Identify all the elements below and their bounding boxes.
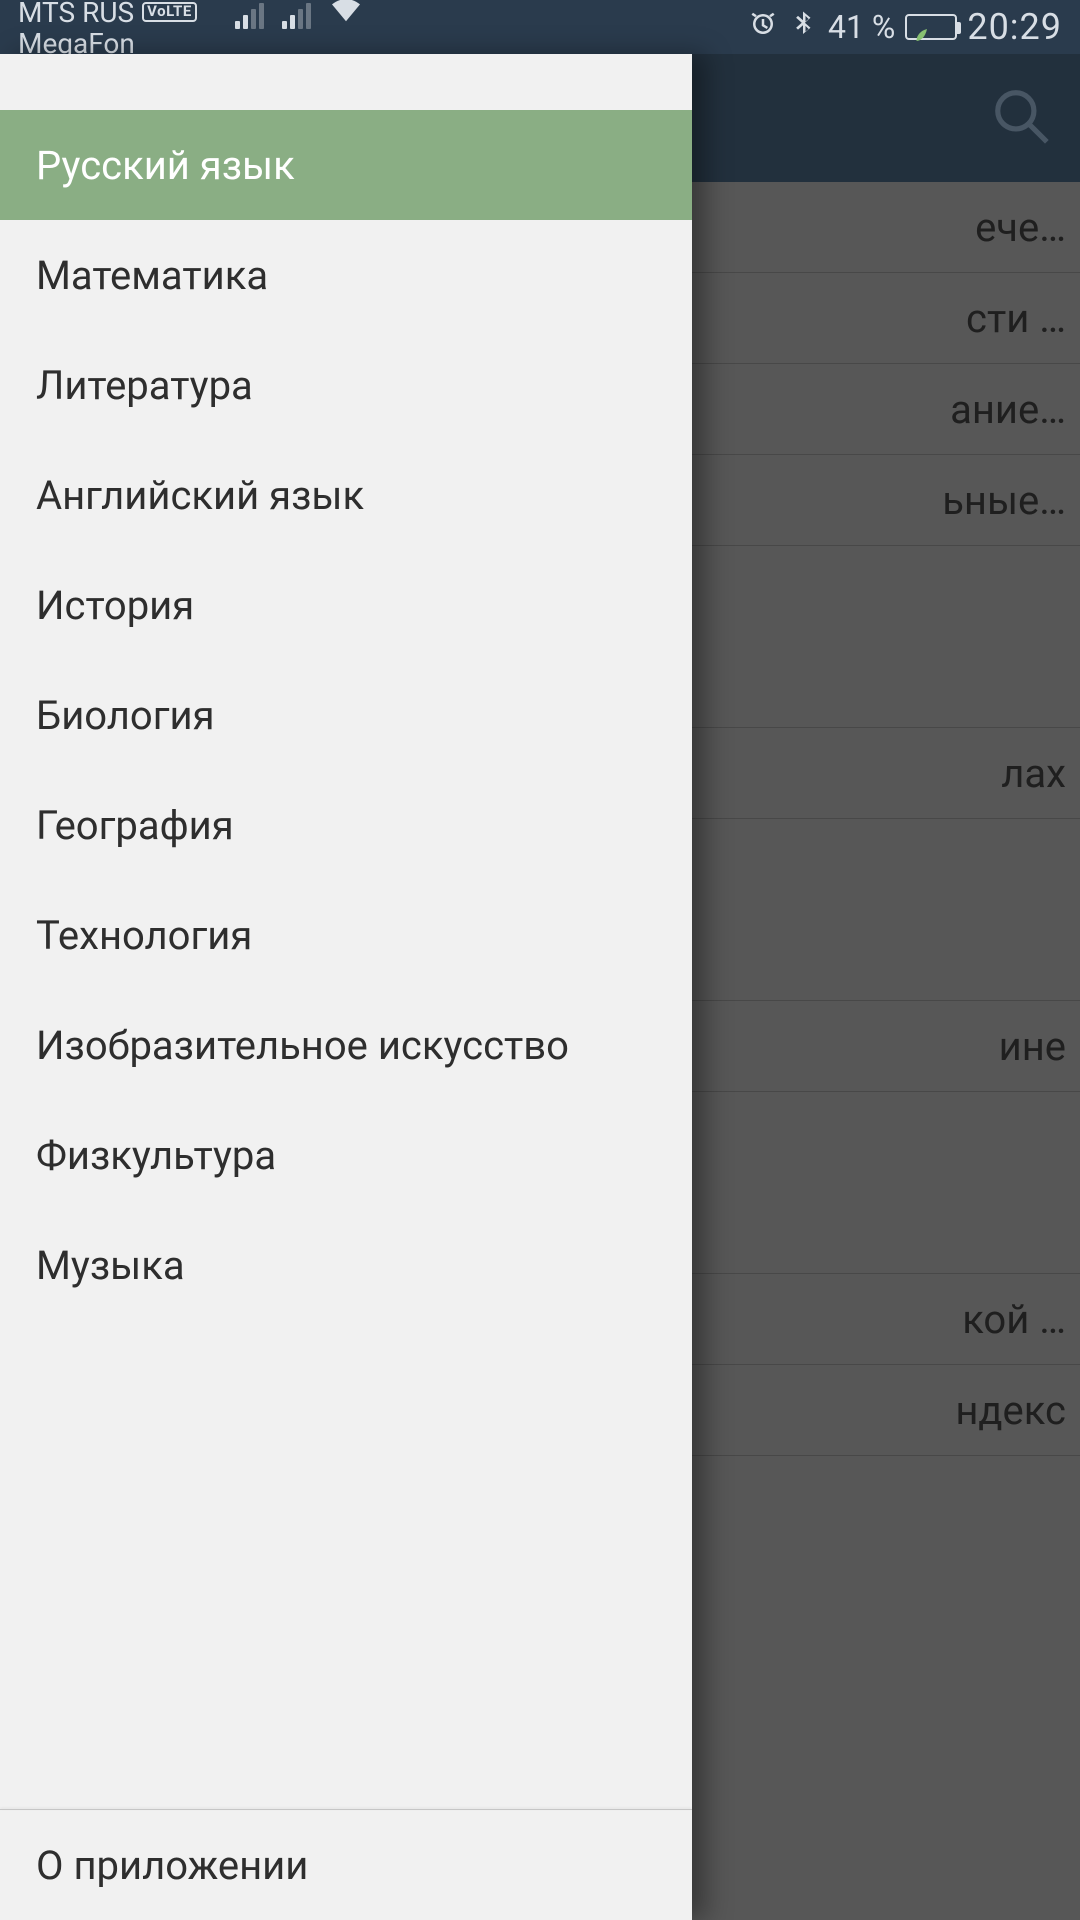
drawer-item-label: Биология (36, 692, 215, 739)
drawer-item-label: География (36, 802, 234, 849)
status-right: 41 % 20:29 (748, 6, 1062, 48)
drawer-item-label: Литература (36, 362, 253, 409)
alarm-icon (748, 9, 778, 46)
drawer-item-10[interactable]: Музыка (0, 1210, 692, 1320)
drawer-item-label: История (36, 582, 194, 629)
volte-badge: VoLTE (142, 2, 197, 22)
drawer-item-label: Музыка (36, 1242, 185, 1289)
drawer-item-7[interactable]: Технология (0, 880, 692, 990)
drawer-item-3[interactable]: Английский язык (0, 440, 692, 550)
battery-icon (905, 14, 957, 40)
drawer-item-label: Технология (36, 912, 252, 959)
battery-percent-text: 41 % (828, 8, 895, 46)
drawer-footer-label: О приложении (36, 1842, 308, 1889)
drawer-item-label: Русский язык (36, 142, 295, 189)
bluetooth-icon (788, 9, 818, 46)
signal-bars-1-icon (235, 3, 264, 29)
drawer-item-6[interactable]: География (0, 770, 692, 880)
drawer-item-1[interactable]: Математика (0, 220, 692, 330)
carrier-1: MTS RUS (18, 0, 134, 27)
clock-text: 20:29 (967, 6, 1062, 48)
status-left: MTS RUS VoLTE MegaFon (18, 0, 363, 58)
drawer-item-8[interactable]: Изобразительное искусство (0, 990, 692, 1100)
drawer-item-0[interactable]: Русский язык (0, 110, 692, 220)
drawer-item-5[interactable]: Биология (0, 660, 692, 770)
drawer-item-label: Изобразительное искусство (36, 1022, 569, 1069)
drawer-item-label: Английский язык (36, 472, 364, 519)
signal-bars-2-icon (282, 3, 311, 29)
drawer-item-2[interactable]: Литература (0, 330, 692, 440)
drawer-footer-about[interactable]: О приложении (0, 1810, 692, 1920)
wifi-icon (329, 0, 363, 29)
drawer-item-label: Физкультура (36, 1132, 276, 1179)
drawer-top-gap (0, 54, 692, 110)
status-bar: MTS RUS VoLTE MegaFon 41 % (0, 0, 1080, 54)
drawer-item-label: Математика (36, 252, 268, 299)
nav-drawer: Русский язык Математика Литература Английск… (0, 54, 692, 1920)
drawer-item-9[interactable]: Физкультура (0, 1100, 692, 1210)
signal-icons (235, 0, 363, 29)
drawer-item-4[interactable]: История (0, 550, 692, 660)
